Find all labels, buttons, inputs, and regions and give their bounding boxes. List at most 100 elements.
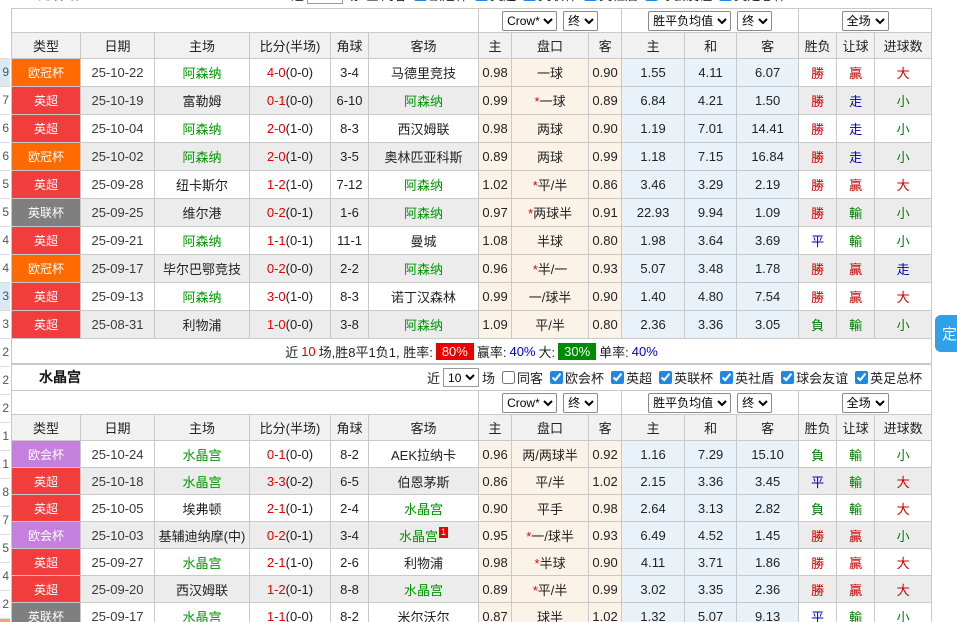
- same-venue-checkbox[interactable]: [366, 0, 379, 1]
- away-team-link[interactable]: 阿森纳: [404, 206, 443, 221]
- away-team-link[interactable]: AEK拉纳卡: [391, 448, 456, 463]
- away-team-link[interactable]: 奥林匹亚科斯: [385, 150, 463, 165]
- score: 2-1(0-1): [267, 501, 313, 516]
- league-filter-checkbox-4[interactable]: [781, 371, 794, 384]
- bookmaker-select[interactable]: Crow*: [502, 11, 557, 31]
- home-team-link[interactable]: 阿森纳: [182, 290, 221, 305]
- away-team-link[interactable]: 阿森纳: [404, 94, 443, 109]
- eu-draw-odds: 7.15: [685, 143, 737, 171]
- away-team-link[interactable]: 伯恩茅斯: [398, 475, 450, 490]
- result-wdl-cell: 勝: [799, 59, 837, 87]
- home-team-link[interactable]: 基辅迪纳摩(中): [159, 529, 246, 544]
- result-goals: 走: [897, 262, 910, 277]
- home-team-link[interactable]: 西汉姆联: [176, 583, 228, 598]
- home-team-link[interactable]: 水晶宫: [182, 448, 221, 463]
- league-filter-checkbox-2[interactable]: [659, 371, 672, 384]
- scope-select[interactable]: 全场: [842, 11, 889, 31]
- home-team-link[interactable]: 埃弗顿: [182, 502, 221, 517]
- summary-segment: 大:: [539, 342, 556, 361]
- away-team-link[interactable]: 阿森纳: [404, 318, 443, 333]
- league-badge: 欧会杯: [12, 522, 80, 548]
- league-filter-checkbox-4[interactable]: [645, 0, 658, 1]
- away-team-link[interactable]: 水晶宫: [404, 502, 443, 517]
- col-result-wdl: 胜负: [799, 33, 837, 59]
- customize-button[interactable]: 定: [935, 315, 957, 352]
- home-cell: 富勒姆: [155, 87, 250, 115]
- eu-draw-odds: 3.36: [685, 468, 737, 495]
- handicap-line: *半球: [535, 556, 566, 571]
- europe-odds-select[interactable]: 胜平负均值: [648, 393, 731, 413]
- league-filter-checkbox-5[interactable]: [855, 371, 868, 384]
- home-team-link[interactable]: 维尔港: [182, 206, 221, 221]
- same-venue-checkbox[interactable]: [502, 371, 515, 384]
- league-filter-checkbox-0[interactable]: [550, 371, 563, 384]
- match-row: 英超25-10-04阿森纳2-0(1-0)8-3西汉姆联0.98两球0.901.…: [12, 115, 932, 143]
- away-team-link[interactable]: 阿森纳: [404, 262, 443, 277]
- home-team-link[interactable]: 阿森纳: [182, 66, 221, 81]
- home-team-link[interactable]: 阿森纳: [182, 150, 221, 165]
- away-team-link[interactable]: 阿森纳: [404, 178, 443, 193]
- league-filter-checkbox-3[interactable]: [720, 371, 733, 384]
- league-filter-checkbox-5[interactable]: [719, 0, 732, 1]
- date-cell: 25-09-13: [81, 283, 155, 311]
- away-team-link[interactable]: 利物浦: [404, 556, 443, 571]
- league-filter-checkbox-1[interactable]: [475, 0, 488, 1]
- bookmaker-select[interactable]: Crow*: [502, 393, 557, 413]
- scope-select[interactable]: 全场: [842, 393, 889, 413]
- home-team-link[interactable]: 水晶宫: [182, 610, 221, 622]
- league-filter-checkbox-1[interactable]: [611, 371, 624, 384]
- home-team-link[interactable]: 纽卡斯尔: [176, 178, 228, 193]
- moved-line-star: *: [528, 206, 533, 221]
- away-team-link[interactable]: 曼城: [411, 234, 437, 249]
- away-team-link[interactable]: 诺丁汉森林: [391, 290, 456, 305]
- home-team-link[interactable]: 富勒姆: [182, 94, 221, 109]
- result-goals: 小: [897, 448, 910, 463]
- away-team-link[interactable]: 米尔沃尔: [398, 610, 450, 622]
- fulltime-score: 1-1: [267, 609, 286, 622]
- away-team-link[interactable]: 水晶宫: [399, 529, 438, 544]
- fulltime-score: 1-2: [267, 582, 286, 597]
- home-team-link[interactable]: 水晶宫: [182, 556, 221, 571]
- score-cell: 0-2(0-0): [250, 255, 331, 283]
- home-team-link[interactable]: 利物浦: [182, 318, 221, 333]
- left-strip-cell: 2: [0, 366, 10, 394]
- league-filter-checkbox-3[interactable]: [584, 0, 597, 1]
- handicap-line: *一球: [535, 94, 566, 109]
- europe-state-select[interactable]: 终: [737, 11, 772, 31]
- fulltime-score: 0-1: [267, 447, 286, 462]
- europe-state-select[interactable]: 终: [737, 393, 772, 413]
- col-ah-line: 盘口: [512, 415, 589, 441]
- result-wdl-cell: 勝: [799, 115, 837, 143]
- home-team-link[interactable]: 阿森纳: [182, 234, 221, 249]
- handicap-state-select[interactable]: 终: [563, 11, 598, 31]
- home-cell: 阿森纳: [155, 143, 250, 171]
- home-team-link[interactable]: 阿森纳: [182, 122, 221, 137]
- away-team-link[interactable]: 西汉姆联: [398, 122, 450, 137]
- score: 0-2(0-0): [267, 261, 313, 276]
- match-row: 英超25-10-19富勒姆0-1(0-0)6-10阿森纳0.99*一球0.896…: [12, 87, 932, 115]
- result-handicap-cell: 輸: [837, 468, 875, 495]
- handicap-controls-cell: Crow* 终: [479, 391, 622, 415]
- date-cell: 25-09-17: [81, 603, 155, 622]
- result-wdl: 勝: [811, 290, 824, 305]
- result-handicap-cell: 贏: [837, 283, 875, 311]
- league-cell: 欧冠杯: [12, 143, 81, 171]
- ah-away-odds: 0.90: [589, 283, 622, 311]
- recent-count-select[interactable]: 10: [443, 368, 479, 387]
- europe-odds-select[interactable]: 胜平负均值: [648, 11, 731, 31]
- odds-controls-row: Crow*终 胜平负均值终 全场: [12, 9, 932, 33]
- ah-home-odds: 1.09: [479, 311, 512, 339]
- league-filter-checkbox-2[interactable]: [523, 0, 536, 1]
- home-team-link[interactable]: 水晶宫: [182, 475, 221, 490]
- handicap-state-select[interactable]: 终: [563, 393, 598, 413]
- away-team-link[interactable]: 水晶宫: [404, 583, 443, 598]
- league-filter-checkbox-0[interactable]: [414, 0, 427, 1]
- handicap-line: 一/球半: [529, 290, 572, 305]
- away-team-link[interactable]: 马德里竞技: [391, 66, 456, 81]
- handicap-line: *平/半: [533, 178, 568, 193]
- recent-count-select[interactable]: 10: [307, 0, 343, 4]
- match-row: 英联杯25-09-25维尔港0-2(0-1)1-6阿森纳0.97*两球半0.91…: [12, 199, 932, 227]
- league-badge: 英超: [12, 227, 80, 254]
- home-team-link[interactable]: 毕尔巴鄂竞技: [163, 262, 241, 277]
- ah-home-odds: 0.89: [479, 576, 512, 603]
